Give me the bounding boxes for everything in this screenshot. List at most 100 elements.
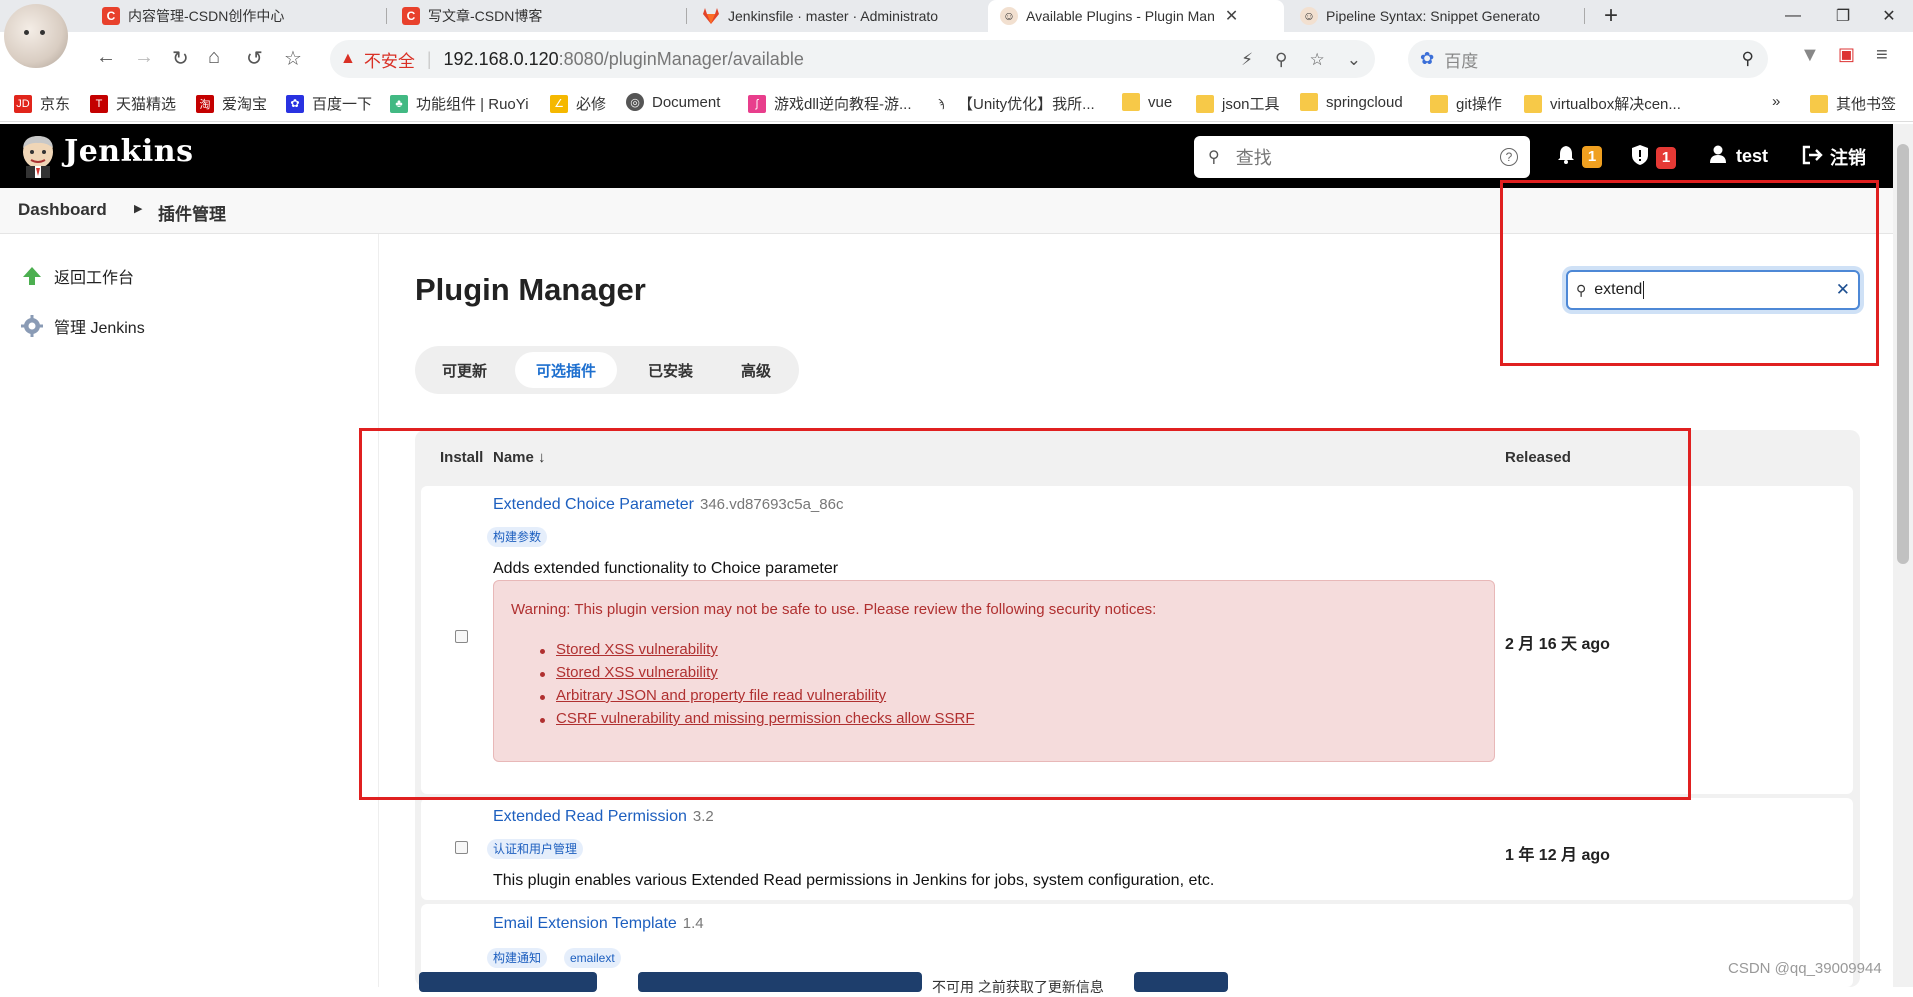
bookmark-jd[interactable]: JD 京东 [14, 93, 70, 114]
plugin-name[interactable]: Email Extension Template [493, 915, 677, 932]
user-menu[interactable]: test [1708, 144, 1768, 169]
pdf-icon[interactable]: ▣ [1838, 44, 1855, 65]
undo-icon[interactable]: ↺ [246, 46, 263, 71]
search-icon[interactable]: ⚲ [1742, 49, 1754, 69]
bookmark-document[interactable]: ◎ Document [626, 93, 720, 111]
scrollbar-thumb[interactable] [1897, 144, 1909, 564]
page-scrollbar[interactable] [1893, 124, 1913, 987]
bookmarks-overflow[interactable]: » [1772, 93, 1780, 110]
tab-title: Pipeline Syntax: Snippet Generato [1326, 8, 1541, 24]
bookmark-git[interactable]: git操作 [1430, 93, 1502, 114]
bookmark-star-icon[interactable]: ☆ [284, 46, 302, 71]
search-placeholder: 百度 [1444, 51, 1479, 71]
security-alerts-button[interactable]: 1 [1630, 144, 1676, 171]
gear-icon [20, 314, 44, 338]
address-bar[interactable]: ▲ 不安全 | 192.168.0.120:8080/pluginManager… [330, 40, 1375, 78]
tab-updates[interactable]: 可更新 [421, 352, 508, 388]
globe-icon: ◎ [626, 93, 644, 111]
install-without-restart-button[interactable] [419, 972, 597, 992]
logout-button[interactable]: 注销 [1802, 144, 1866, 170]
user-name: test [1736, 146, 1769, 166]
back-icon[interactable]: ← [96, 46, 116, 69]
folder-icon [1430, 94, 1448, 113]
unity-icon: ϡ [932, 94, 950, 113]
browser-tab-csdn-content[interactable]: C 内容管理-CSDN创作中心 [90, 0, 380, 32]
plugin-version: 1.4 [682, 915, 704, 932]
bookmark-label: 京东 [40, 96, 71, 113]
plugin-tag[interactable]: emailext [564, 948, 621, 968]
maximize-icon[interactable]: ❐ [1820, 0, 1866, 32]
bookmark-unity[interactable]: ϡ 【Unity优化】我所... [932, 93, 1095, 114]
jenkins-title[interactable]: Jenkins [64, 134, 193, 169]
folder-icon [1196, 94, 1214, 113]
sidebar-item-back-to-dashboard[interactable]: 返回工作台 [20, 264, 134, 288]
chevron-down-icon[interactable]: ⌄ [1347, 50, 1361, 70]
help-icon[interactable]: ? [1500, 148, 1518, 166]
check-now-button[interactable] [1134, 972, 1228, 992]
browser-tab-available-plugins[interactable]: ☺ Available Plugins - Plugin Man ✕ [988, 0, 1284, 32]
tab-available[interactable]: 可选插件 [515, 352, 618, 388]
reload-icon[interactable]: ↻ [172, 46, 189, 71]
bookmark-tmall[interactable]: T 天猫精选 [90, 93, 176, 114]
minimize-icon[interactable]: — [1770, 0, 1816, 32]
home-icon[interactable]: ⌂ [208, 46, 220, 69]
bookmark-taobao[interactable]: 淘爱淘宝 [196, 93, 267, 114]
extension-icon[interactable]: ▼ [1800, 44, 1820, 67]
tab-installed[interactable]: 已安装 [627, 352, 714, 388]
tab-title: Available Plugins - Plugin Man [1026, 8, 1215, 24]
plugin-name-link[interactable]: Extended Read Permission 3.2 [493, 808, 714, 826]
bookmark-other[interactable]: 其他书签 [1810, 93, 1896, 114]
jenkins-logo[interactable] [18, 134, 58, 178]
tab-advanced[interactable]: 高级 [720, 352, 792, 388]
browser-search-input[interactable]: ✿ 百度 ⚲ [1408, 40, 1768, 78]
sidebar-item-label: 管理 Jenkins [54, 320, 145, 337]
lightning-icon[interactable]: ⚡ [1241, 50, 1253, 70]
close-window-icon[interactable]: ✕ [1866, 0, 1912, 32]
forward-icon[interactable]: → [134, 46, 154, 69]
bookmark-game-dll[interactable]: ʃ 游戏dll逆向教程-游... [748, 93, 912, 114]
breadcrumb-dashboard[interactable]: Dashboard [18, 200, 107, 220]
bookmark-vue[interactable]: vue [1122, 93, 1172, 111]
plugin-tag[interactable]: 认证和用户管理 [487, 839, 584, 859]
browser-tab-pipeline-syntax[interactable]: ☺ Pipeline Syntax: Snippet Generato [1288, 0, 1584, 32]
bookmark-bixiu[interactable]: ∠ 必修 [550, 93, 606, 114]
bookmark-json[interactable]: json工具 [1196, 93, 1280, 114]
install-checkbox[interactable] [455, 841, 468, 854]
tab-separator [686, 8, 687, 24]
folder-icon [1810, 94, 1828, 113]
bookmark-virtualbox[interactable]: virtualbox解决cen... [1524, 93, 1681, 114]
plugin-tag[interactable]: 构建通知 [487, 948, 548, 968]
game-icon: ʃ [748, 94, 766, 113]
folder-icon [1524, 94, 1542, 113]
new-tab-button[interactable]: + [1592, 0, 1632, 32]
url-path: :8080/pluginManager/available [558, 48, 804, 69]
favorite-star-icon[interactable]: ☆ [1310, 50, 1325, 70]
security-label: 不安全 [363, 51, 415, 71]
plugin-name[interactable]: Extended Read Permission [493, 808, 687, 825]
breadcrumb-plugin-manager[interactable]: 插件管理 [158, 200, 226, 225]
download-and-install-button[interactable] [638, 972, 922, 992]
logout-icon [1802, 145, 1824, 170]
notifications-button[interactable]: 1 [1556, 144, 1602, 169]
jenkins-search-input[interactable]: ⚲ 查找 ? [1194, 136, 1530, 178]
tab-title: Jenkinsfile · master · Administrato [728, 8, 939, 24]
sidebar-item-manage-jenkins[interactable]: 管理 Jenkins [20, 314, 145, 338]
bixiu-icon: ∠ [550, 94, 568, 113]
plugin-name-link[interactable]: Email Extension Template 1.4 [493, 915, 704, 933]
profile-avatar[interactable] [4, 4, 68, 68]
browser-tab-csdn-write[interactable]: C 写文章-CSDN博客 [390, 0, 680, 32]
search-icon: ⚲ [1208, 149, 1220, 166]
bookmark-ruoyi[interactable]: ♣ 功能组件 | RuoYi [390, 93, 529, 114]
bookmark-springcloud[interactable]: springcloud [1300, 93, 1403, 111]
security-badge: 1 [1656, 146, 1676, 169]
menu-icon[interactable]: ≡ [1876, 44, 1888, 67]
jd-icon: JD [14, 94, 32, 113]
folder-icon [1122, 93, 1140, 111]
close-tab-icon[interactable]: ✕ [1225, 6, 1238, 26]
browser-tab-gitlab[interactable]: Jenkinsfile · master · Administrato [690, 0, 980, 32]
bookmark-baidu[interactable]: ✿ 百度一下 [286, 93, 372, 114]
zoom-icon[interactable]: ⚲ [1275, 50, 1287, 70]
jenkins-icon: ☺ [1000, 7, 1018, 25]
bookmark-label: 其他书签 [1836, 96, 1897, 113]
bookmark-label: git操作 [1456, 96, 1502, 113]
